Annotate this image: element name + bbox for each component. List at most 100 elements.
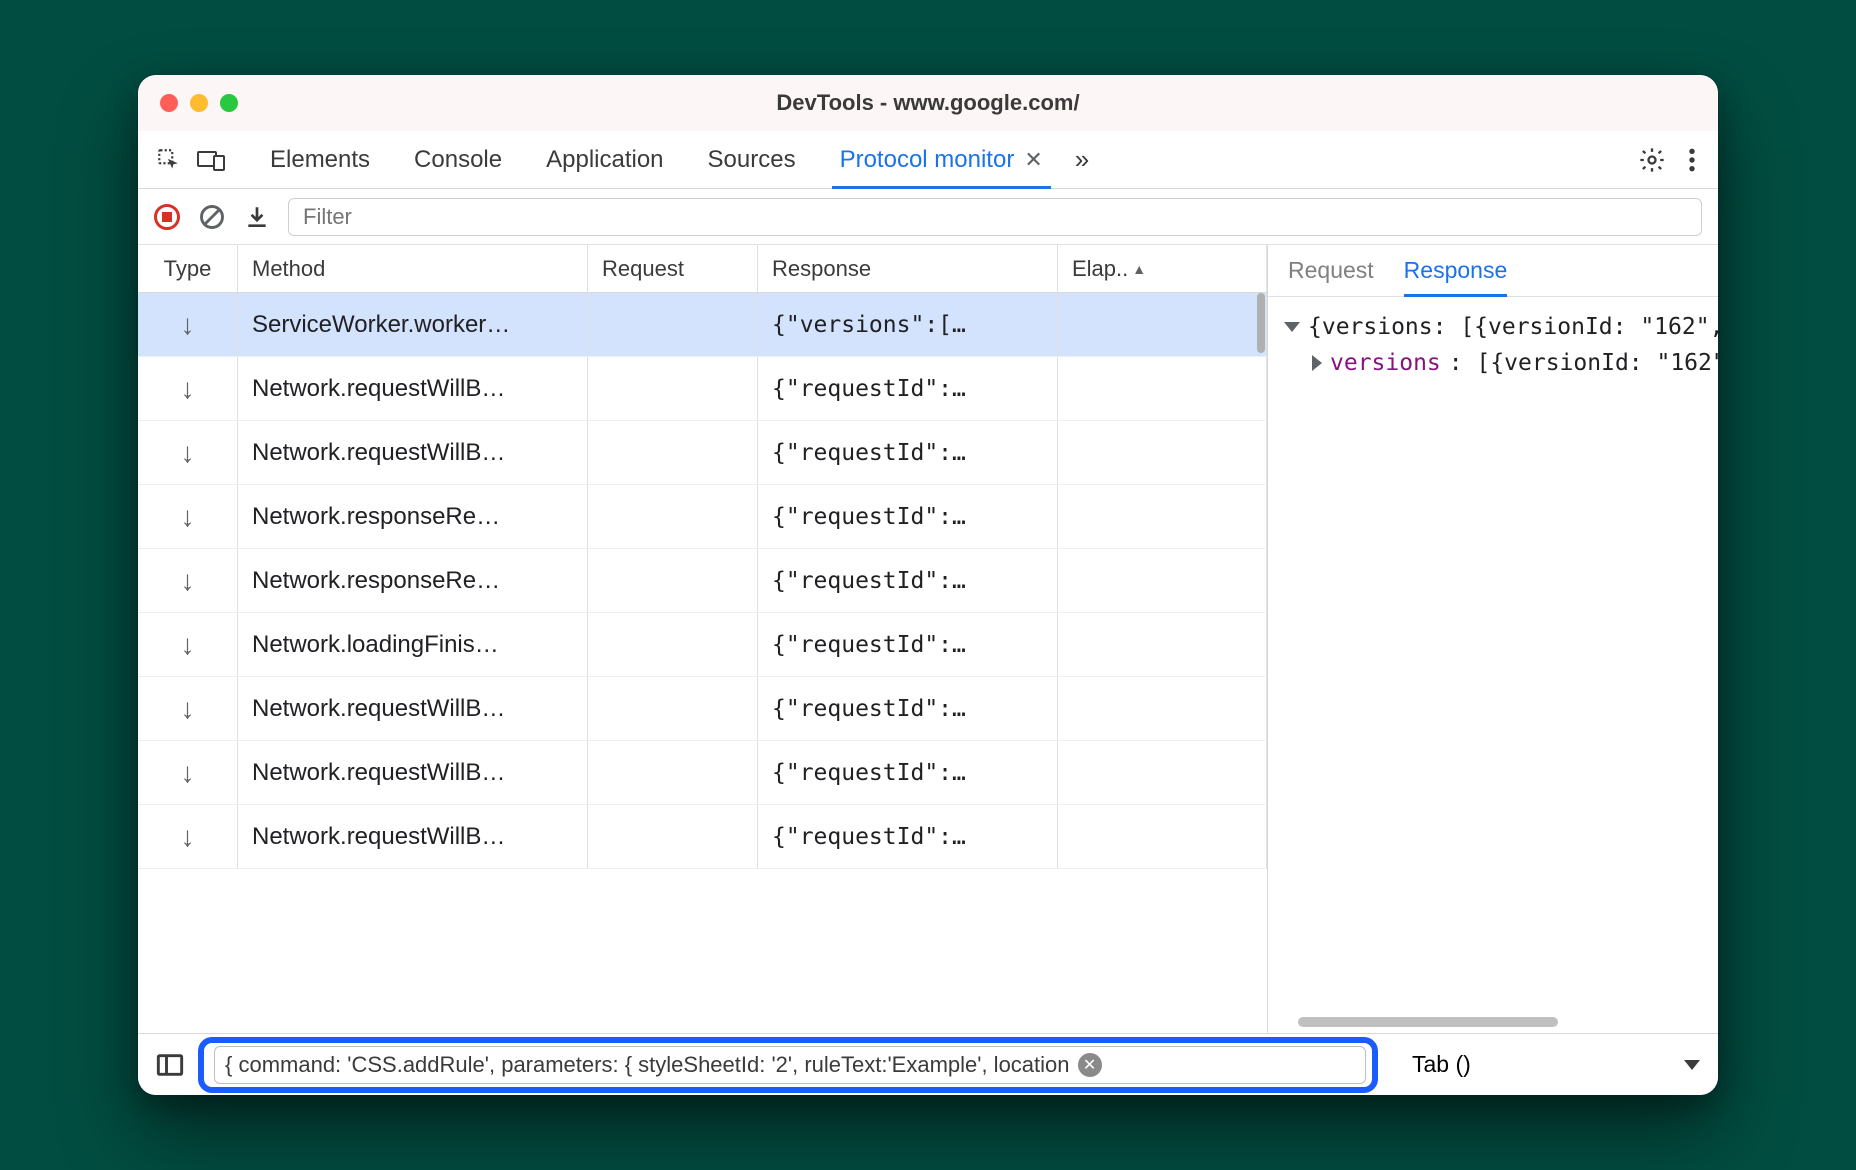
window-title: DevTools - www.google.com/ <box>138 90 1718 116</box>
chevron-down-icon[interactable] <box>1684 1060 1700 1070</box>
command-bar: { command: 'CSS.addRule', parameters: { … <box>138 1033 1718 1095</box>
tab-console[interactable]: Console <box>392 131 524 188</box>
command-input[interactable]: { command: 'CSS.addRule', parameters: { … <box>214 1046 1366 1084</box>
cell-elapsed <box>1058 549 1267 612</box>
detail-pane: Request Response {versions: [{versionId:… <box>1268 245 1718 1033</box>
message-table-pane: Type Method Request Response Elap.. ▲ ↓S… <box>138 245 1268 1033</box>
cell-direction: ↓ <box>138 613 238 676</box>
cell-request <box>588 741 758 804</box>
window-close-button[interactable] <box>160 94 178 112</box>
clear-input-icon[interactable]: ✕ <box>1078 1053 1102 1077</box>
device-toolbar-icon[interactable] <box>196 148 226 172</box>
table-row[interactable]: ↓Network.responseRe…{"requestId":… <box>138 549 1267 613</box>
panel-tabstrip: Elements Console Application Sources Pro… <box>138 131 1718 189</box>
settings-icon[interactable] <box>1638 146 1666 174</box>
more-tabs-icon[interactable]: » <box>1075 144 1089 175</box>
filter-input[interactable] <box>288 198 1702 236</box>
caret-right-icon[interactable] <box>1312 355 1322 371</box>
col-header-type[interactable]: Type <box>138 245 238 292</box>
tab-protocol-monitor[interactable]: Protocol monitor ✕ <box>818 131 1065 188</box>
cell-elapsed <box>1058 613 1267 676</box>
tab-label: Protocol monitor <box>840 146 1015 174</box>
tab-hint: Tab () <box>1412 1051 1471 1078</box>
detail-tab-response[interactable]: Response <box>1404 245 1508 296</box>
cell-direction: ↓ <box>138 485 238 548</box>
table-row[interactable]: ↓Network.loadingFinis… {"requestId":… <box>138 613 1267 677</box>
col-header-method[interactable]: Method <box>238 245 588 292</box>
cell-direction: ↓ <box>138 677 238 740</box>
cell-elapsed <box>1058 421 1267 484</box>
cell-response: {"requestId":… <box>758 613 1058 676</box>
cell-response: {"requestId":… <box>758 357 1058 420</box>
horizontal-scrollbar-thumb[interactable] <box>1298 1017 1558 1027</box>
table-row[interactable]: ↓Network.requestWillB…{"requestId":… <box>138 357 1267 421</box>
table-body: ↓ServiceWorker.worker…{"versions":[…↓Net… <box>138 293 1267 1033</box>
cell-request <box>588 357 758 420</box>
cell-response: {"versions":[… <box>758 293 1058 356</box>
table-row[interactable]: ↓Network.requestWillB… {"requestId":… <box>138 677 1267 741</box>
cell-method: Network.requestWillB… <box>238 741 588 804</box>
table-row[interactable]: ↓Network.requestWillB… {"requestId":… <box>138 805 1267 869</box>
caret-down-icon[interactable] <box>1284 322 1300 332</box>
cell-elapsed <box>1058 677 1267 740</box>
detail-tab-request[interactable]: Request <box>1288 245 1374 296</box>
cell-response: {"requestId":… <box>758 805 1058 868</box>
command-input-wrap: { command: 'CSS.addRule', parameters: { … <box>198 1037 1378 1093</box>
cell-elapsed <box>1058 805 1267 868</box>
cell-direction: ↓ <box>138 741 238 804</box>
tree-row-child[interactable]: versions : [{versionId: "162" <box>1284 345 1702 381</box>
cell-request <box>588 293 758 356</box>
command-text: { command: 'CSS.addRule', parameters: { … <box>225 1052 1070 1078</box>
cell-elapsed <box>1058 357 1267 420</box>
inspect-element-icon[interactable] <box>156 147 182 173</box>
table-row[interactable]: ↓Network.responseRe…{"requestId":… <box>138 485 1267 549</box>
tab-application[interactable]: Application <box>524 131 685 188</box>
cell-request <box>588 677 758 740</box>
table-row[interactable]: ↓Network.requestWillB… {"requestId":… <box>138 741 1267 805</box>
sort-indicator-icon: ▲ <box>1132 261 1146 277</box>
col-header-elapsed[interactable]: Elap.. ▲ <box>1058 245 1267 292</box>
cell-direction: ↓ <box>138 805 238 868</box>
toggle-sidebar-icon[interactable] <box>156 1053 184 1077</box>
cell-request <box>588 549 758 612</box>
devtools-window: DevTools - www.google.com/ Elements Cons… <box>138 75 1718 1095</box>
tab-label: Console <box>414 146 502 174</box>
cell-request <box>588 805 758 868</box>
cell-elapsed <box>1058 485 1267 548</box>
cell-method: Network.requestWillB… <box>238 421 588 484</box>
cell-response: {"requestId":… <box>758 677 1058 740</box>
cell-method: Network.requestWillB… <box>238 805 588 868</box>
cell-response: {"requestId":… <box>758 549 1058 612</box>
clear-icon[interactable] <box>198 203 226 231</box>
traffic-lights <box>160 94 238 112</box>
main-split: Type Method Request Response Elap.. ▲ ↓S… <box>138 245 1718 1033</box>
protocol-toolbar <box>138 189 1718 245</box>
cell-method: Network.responseRe… <box>238 549 588 612</box>
window-minimize-button[interactable] <box>190 94 208 112</box>
col-header-response[interactable]: Response <box>758 245 1058 292</box>
record-button[interactable] <box>154 204 180 230</box>
cell-direction: ↓ <box>138 293 238 356</box>
table-header: Type Method Request Response Elap.. ▲ <box>138 245 1267 293</box>
vertical-scrollbar-thumb[interactable] <box>1257 293 1265 353</box>
cell-request <box>588 613 758 676</box>
cell-request <box>588 485 758 548</box>
table-row[interactable]: ↓Network.requestWillB…{"requestId":… <box>138 421 1267 485</box>
kebab-menu-icon[interactable] <box>1688 147 1696 173</box>
cell-request <box>588 421 758 484</box>
cell-response: {"requestId":… <box>758 741 1058 804</box>
window-zoom-button[interactable] <box>220 94 238 112</box>
detail-tabs: Request Response <box>1268 245 1718 297</box>
tab-sources[interactable]: Sources <box>686 131 818 188</box>
cell-method: Network.loadingFinis… <box>238 613 588 676</box>
tab-label: Sources <box>708 146 796 174</box>
tree-row-root[interactable]: {versions: [{versionId: "162", <box>1284 309 1702 345</box>
close-tab-icon[interactable]: ✕ <box>1024 147 1042 173</box>
tree-text: : [{versionId: "162" <box>1449 350 1718 376</box>
col-header-request[interactable]: Request <box>588 245 758 292</box>
download-icon[interactable] <box>244 204 270 230</box>
cell-method: Network.requestWillB… <box>238 677 588 740</box>
table-row[interactable]: ↓ServiceWorker.worker…{"versions":[… <box>138 293 1267 357</box>
cell-direction: ↓ <box>138 421 238 484</box>
tab-elements[interactable]: Elements <box>248 131 392 188</box>
